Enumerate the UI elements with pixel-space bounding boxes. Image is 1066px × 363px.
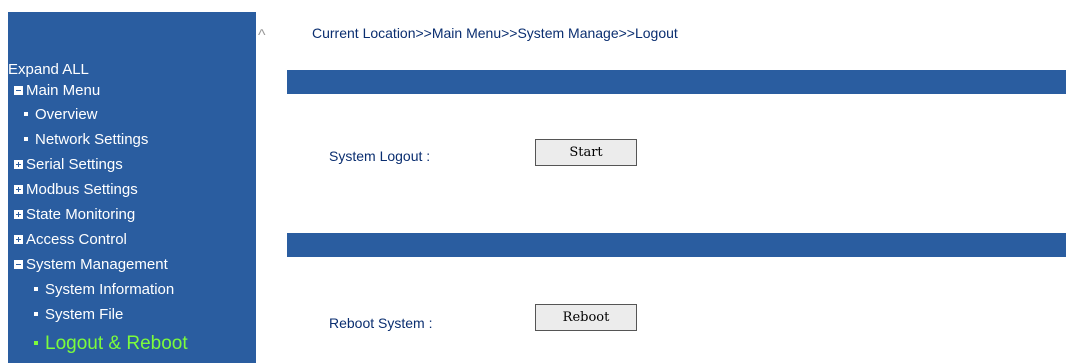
bullet-icon: [34, 340, 38, 345]
sidebar-item-label: Network Settings: [35, 131, 149, 148]
section-header-bar: [287, 233, 1066, 257]
tree-node-state-monitoring[interactable]: State Monitoring: [14, 204, 135, 226]
system-logout-label: System Logout :: [329, 148, 431, 164]
tree-node-access-control[interactable]: Access Control: [14, 229, 127, 251]
tree-node-label: Modbus Settings: [26, 181, 138, 198]
sidebar-item-label: System Information: [45, 281, 175, 298]
scroll-up-icon[interactable]: ^: [258, 28, 266, 44]
bullet-icon: [24, 137, 28, 142]
collapse-icon: [14, 85, 23, 95]
sidebar-item-system-file[interactable]: System File: [34, 304, 123, 326]
expand-icon: [14, 184, 23, 194]
tree-node-label: Access Control: [26, 231, 127, 248]
expand-all-link[interactable]: Expand ALL: [8, 61, 89, 79]
start-logout-button[interactable]: Start: [535, 139, 637, 166]
sidebar-item-label: Logout & Reboot: [45, 333, 188, 354]
sidebar-menu: Expand ALL Main Menu Overview Network Se…: [8, 12, 256, 363]
tree-node-label: State Monitoring: [26, 206, 136, 223]
expand-icon: [14, 234, 23, 244]
section-header-bar: [287, 70, 1066, 94]
reboot-button[interactable]: Reboot: [535, 304, 637, 331]
sidebar-item-logout-reboot[interactable]: Logout & Reboot: [34, 332, 188, 356]
tree-node-label: Main Menu: [26, 82, 101, 99]
tree-node-system-management[interactable]: System Management: [14, 254, 168, 276]
collapse-icon: [14, 259, 23, 269]
bullet-icon: [34, 287, 38, 292]
sidebar-item-label: System File: [45, 306, 124, 323]
breadcrumb: Current Location>>Main Menu>>System Mana…: [312, 25, 678, 41]
bullet-icon: [34, 312, 38, 317]
sidebar-item-overview[interactable]: Overview: [24, 104, 98, 126]
expand-icon: [14, 159, 23, 169]
sidebar-item-network-settings[interactable]: Network Settings: [24, 129, 148, 151]
tree-node-serial-settings[interactable]: Serial Settings: [14, 154, 123, 176]
bullet-icon: [24, 112, 28, 117]
reboot-system-label: Reboot System :: [329, 315, 433, 331]
tree-node-label: Serial Settings: [26, 156, 123, 173]
tree-node-main-menu[interactable]: Main Menu: [14, 80, 100, 102]
expand-icon: [14, 209, 23, 219]
sidebar-item-label: Overview: [35, 106, 98, 123]
sidebar-item-system-information[interactable]: System Information: [34, 279, 174, 301]
tree-node-modbus-settings[interactable]: Modbus Settings: [14, 179, 138, 201]
tree-node-label: System Management: [26, 256, 168, 273]
